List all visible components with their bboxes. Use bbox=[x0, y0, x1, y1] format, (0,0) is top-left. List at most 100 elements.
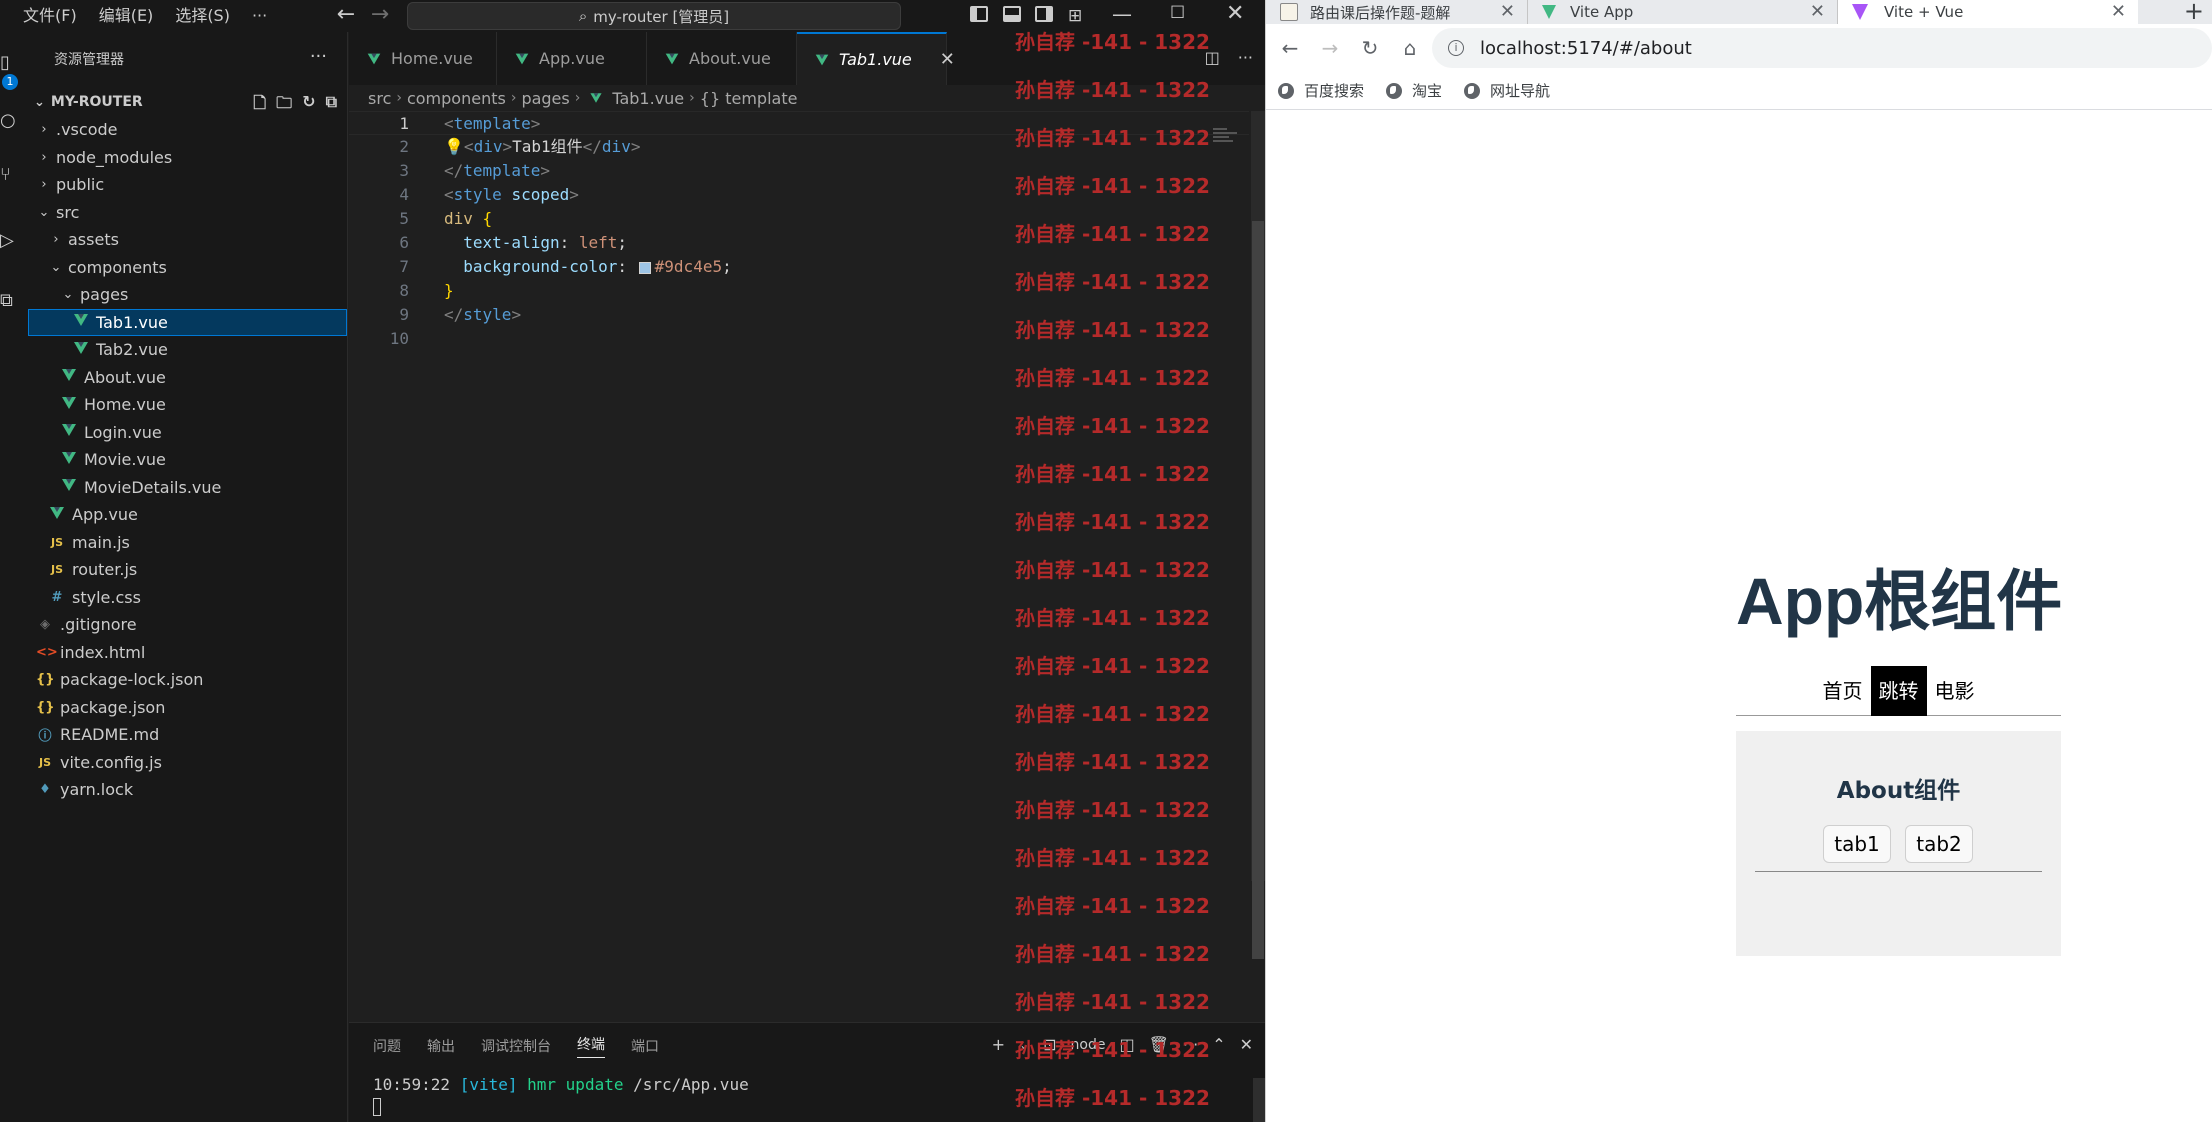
minimize-icon[interactable]: — bbox=[1112, 2, 1132, 26]
run-debug-icon[interactable]: ▷ bbox=[0, 230, 28, 258]
collapse-all-icon[interactable]: ⧉ bbox=[326, 92, 337, 119]
tree-file[interactable]: ◈ .gitignore bbox=[28, 611, 347, 639]
new-tab-button[interactable]: + bbox=[2184, 0, 2204, 25]
maximize-panel-icon[interactable]: ⌃ bbox=[1212, 1035, 1225, 1054]
nav-link-movie[interactable]: 电影 bbox=[1927, 666, 1983, 716]
tree-file[interactable]: <> index.html bbox=[28, 639, 347, 667]
back-arrow-icon[interactable]: ← bbox=[1270, 36, 1310, 60]
breadcrumb-item[interactable]: components bbox=[407, 89, 506, 108]
tree-file[interactable]: Movie.vue bbox=[28, 446, 347, 474]
tree-file[interactable]: JS router.js bbox=[28, 556, 347, 584]
tree-folder[interactable]: › public bbox=[28, 171, 347, 199]
breadcrumb-item[interactable]: src bbox=[368, 89, 391, 108]
tree-folder[interactable]: › assets bbox=[28, 226, 347, 254]
bookmark-item[interactable]: 百度搜索 bbox=[1278, 80, 1364, 101]
tree-file[interactable]: MovieDetails.vue bbox=[28, 474, 347, 502]
split-editor-icon[interactable]: ◫ bbox=[1205, 48, 1220, 67]
tab-tab1-vue[interactable]: Tab1.vue ✕ bbox=[797, 32, 955, 85]
workspace-section[interactable]: ⌄ MY-ROUTER 🗋 🗀 ↻ ⧉ bbox=[28, 88, 347, 116]
source-control-icon[interactable]: ⑂ bbox=[0, 164, 28, 192]
color-swatch[interactable] bbox=[638, 261, 651, 274]
split-terminal-icon[interactable]: ◫ bbox=[1119, 1035, 1134, 1054]
close-window-icon[interactable]: ✕ bbox=[1226, 1, 1244, 26]
tree-folder[interactable]: › .vscode bbox=[28, 116, 347, 144]
terminal-scrollbar[interactable] bbox=[1253, 1078, 1265, 1122]
tree-file[interactable]: ⓘ README.md bbox=[28, 721, 347, 749]
breadcrumb-item[interactable]: pages bbox=[521, 89, 569, 108]
forward-arrow-icon[interactable]: → bbox=[1310, 36, 1350, 60]
code-editor[interactable]: 1 <template> 2 💡<div>Tab1组件</div> 3 </templ… bbox=[349, 111, 1249, 1022]
editor-scrollbar[interactable] bbox=[1251, 111, 1265, 959]
new-terminal-icon[interactable]: + bbox=[992, 1035, 1005, 1054]
panel-tab-problems[interactable]: 问题 bbox=[373, 1036, 401, 1056]
bookmark-item[interactable]: 网址导航 bbox=[1464, 80, 1550, 101]
nav-link-home[interactable]: 首页 bbox=[1815, 666, 1871, 716]
close-tab-icon[interactable]: ✕ bbox=[940, 49, 955, 70]
bookmark-item[interactable]: 淘宝 bbox=[1386, 80, 1442, 101]
site-info-icon[interactable]: i bbox=[1448, 40, 1464, 56]
tree-file[interactable]: About.vue bbox=[28, 364, 347, 392]
tree-file[interactable]: {} package-lock.json bbox=[28, 666, 347, 694]
toggle-panel-icon[interactable] bbox=[1003, 6, 1021, 27]
tree-file[interactable]: Tab1.vue bbox=[28, 308, 347, 336]
menu-more[interactable]: ··· bbox=[241, 0, 278, 32]
command-center[interactable]: ⌕ my-router [管理员] bbox=[407, 2, 901, 30]
lightbulb-icon[interactable]: 💡 bbox=[444, 137, 464, 156]
tree-folder[interactable]: › node_modules bbox=[28, 144, 347, 172]
customize-layout-icon[interactable]: ⊞ bbox=[1068, 6, 1082, 26]
more-actions-icon[interactable]: ··· bbox=[1238, 48, 1253, 67]
forward-arrow-icon[interactable]: → bbox=[365, 2, 395, 27]
tree-file[interactable]: App.vue bbox=[28, 501, 347, 529]
close-tab-icon[interactable]: ✕ bbox=[2111, 1, 2126, 22]
toggle-primary-sidebar-icon[interactable] bbox=[970, 6, 988, 27]
menu-selection[interactable]: 选择(S) bbox=[164, 0, 241, 32]
tree-file[interactable]: # style.css bbox=[28, 584, 347, 612]
panel-tab-ports[interactable]: 端口 bbox=[631, 1036, 659, 1056]
tree-file[interactable]: JS main.js bbox=[28, 529, 347, 557]
new-file-icon[interactable]: 🗋 bbox=[253, 92, 266, 119]
trash-icon[interactable]: 🗑 bbox=[1149, 1035, 1169, 1054]
new-folder-icon[interactable]: 🗀 bbox=[276, 92, 292, 119]
close-tab-icon[interactable]: ✕ bbox=[1500, 1, 1515, 22]
chevron-down-icon[interactable]: ⌄ bbox=[1019, 1038, 1029, 1052]
home-icon[interactable]: ⌂ bbox=[1390, 36, 1430, 60]
browser-tab[interactable]: Vite App ✕ bbox=[1528, 0, 1838, 24]
tree-file[interactable]: ♦ yarn.lock bbox=[28, 776, 347, 804]
minimap[interactable] bbox=[1213, 128, 1243, 158]
tab-about-vue[interactable]: About.vue bbox=[647, 32, 797, 85]
breadcrumb-item[interactable]: Tab1.vue bbox=[612, 89, 684, 108]
scrollbar-thumb[interactable] bbox=[1252, 221, 1264, 959]
terminal-name[interactable]: node bbox=[1071, 1037, 1106, 1053]
toggle-secondary-sidebar-icon[interactable] bbox=[1035, 6, 1053, 27]
panel-tab-debug-console[interactable]: 调试控制台 bbox=[481, 1036, 551, 1056]
panel-tab-terminal[interactable]: 终端 bbox=[577, 1034, 605, 1058]
breadcrumb-item[interactable]: {} template bbox=[700, 89, 798, 108]
explorer-more-icon[interactable]: ··· bbox=[310, 46, 327, 67]
tree-folder[interactable]: ⌄ components bbox=[28, 254, 347, 282]
back-arrow-icon[interactable]: ← bbox=[331, 2, 361, 27]
address-bar[interactable]: i localhost:5174/#/about bbox=[1432, 28, 2212, 68]
tree-file[interactable]: Tab2.vue bbox=[28, 336, 347, 364]
tab-app-vue[interactable]: App.vue bbox=[497, 32, 647, 85]
close-panel-icon[interactable]: ✕ bbox=[1240, 1035, 1253, 1054]
tree-file[interactable]: Home.vue bbox=[28, 391, 347, 419]
nav-link-jump[interactable]: 跳转 bbox=[1870, 665, 1927, 716]
tab-home-vue[interactable]: Home.vue bbox=[349, 32, 497, 85]
tab1-button[interactable]: tab1 bbox=[1823, 825, 1891, 863]
close-tab-icon[interactable]: ✕ bbox=[1810, 1, 1825, 22]
tree-file[interactable]: JS vite.config.js bbox=[28, 749, 347, 777]
tree-file[interactable]: {} package.json bbox=[28, 694, 347, 722]
search-icon[interactable]: ○ bbox=[0, 110, 28, 138]
browser-tab[interactable]: 路由课后操作题-题解 ✕ bbox=[1266, 0, 1528, 24]
tab2-button[interactable]: tab2 bbox=[1905, 825, 1973, 863]
reload-icon[interactable]: ↻ bbox=[1350, 36, 1390, 60]
maximize-icon[interactable]: ☐ bbox=[1170, 3, 1185, 23]
extensions-icon[interactable]: ⧉ bbox=[0, 290, 28, 318]
panel-tab-output[interactable]: 输出 bbox=[427, 1036, 455, 1056]
tree-file[interactable]: Login.vue bbox=[28, 419, 347, 447]
browser-tab-active[interactable]: Vite + Vue ✕ bbox=[1838, 0, 2138, 24]
more-actions-icon[interactable]: ··· bbox=[1183, 1035, 1198, 1054]
menu-edit[interactable]: 编辑(E) bbox=[88, 0, 165, 32]
tree-folder[interactable]: ⌄ src bbox=[28, 199, 347, 227]
tree-folder[interactable]: ⌄ pages bbox=[28, 281, 347, 309]
